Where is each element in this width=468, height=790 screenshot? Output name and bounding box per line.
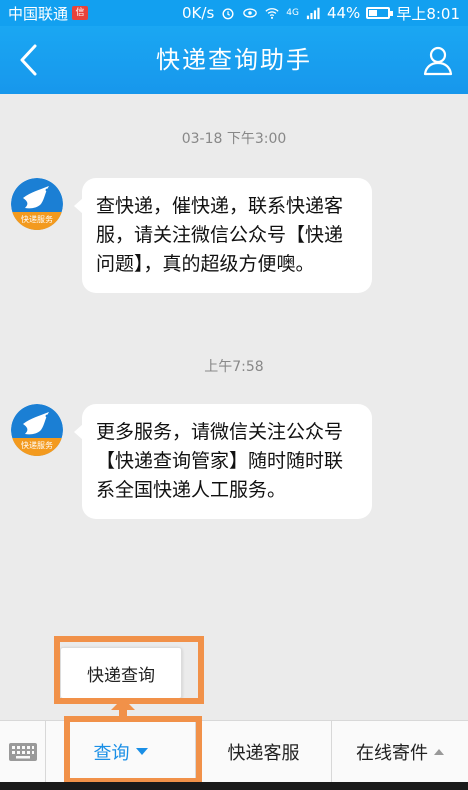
battery-percent: 44% xyxy=(326,4,361,22)
title-bar: 快递查询助手 xyxy=(0,26,468,94)
menu-online-shipping-button[interactable]: 在线寄件 xyxy=(332,721,468,783)
carrier-name: 中国联通 xyxy=(8,4,69,23)
status-bar: 中国联通 信 0K/s 4G 44% 早上8:01 xyxy=(0,0,468,26)
signal-bars-icon xyxy=(306,7,320,20)
chat-area[interactable]: 03-18 下午3:00 快递服务 查快递，催快递，联系快递客服，请关注微信公众… xyxy=(0,94,468,720)
avatar[interactable]: 快递服务 xyxy=(11,178,63,230)
message-timestamp: 03-18 下午3:00 xyxy=(181,131,287,147)
carrier-badge-icon: 信 xyxy=(72,6,89,20)
signal-label: 4G xyxy=(286,8,299,18)
network-speed: 0K/s xyxy=(182,4,215,22)
avatar[interactable]: 快递服务 xyxy=(11,404,63,456)
eye-icon xyxy=(243,8,258,18)
menu-express-service-button[interactable]: 快递客服 xyxy=(196,720,332,783)
dove-logo-icon: 快递服务 xyxy=(11,178,63,230)
wifi-icon xyxy=(265,8,279,19)
status-right: 0K/s 4G 44% 早上8:01 xyxy=(182,3,460,24)
highlight-frame xyxy=(54,636,204,704)
highlight-frame xyxy=(64,716,202,784)
alarm-icon xyxy=(222,8,234,20)
battery-icon xyxy=(366,7,394,19)
menu-item-label: 在线寄件 xyxy=(356,742,428,764)
dove-logo-icon: 快递服务 xyxy=(11,404,63,456)
person-icon xyxy=(423,46,453,76)
clock: 早上8:01 xyxy=(396,4,460,23)
keyboard-toggle-button[interactable] xyxy=(0,720,46,783)
menu-item-label: 快递客服 xyxy=(227,742,300,764)
page-title: 快递查询助手 xyxy=(156,46,312,74)
svg-text:快递服务: 快递服务 xyxy=(21,440,53,450)
message-bubble[interactable]: 查快递，催快递，联系快递客服，请关注微信公众号【快递问题】，真的超级方便噢。 xyxy=(74,178,372,293)
keyboard-icon xyxy=(8,742,37,761)
svg-text:快递服务: 快递服务 xyxy=(21,214,53,224)
profile-button[interactable] xyxy=(418,40,458,80)
system-nav-strip xyxy=(0,782,468,790)
triangle-up-icon xyxy=(434,748,444,755)
status-left: 中国联通 信 xyxy=(8,3,89,24)
message-bubble[interactable]: 更多服务，请微信关注公众号【快递查询管家】随时随时联系全国快递人工服务。 xyxy=(74,404,372,519)
message-timestamp: 上午7:58 xyxy=(204,359,264,375)
